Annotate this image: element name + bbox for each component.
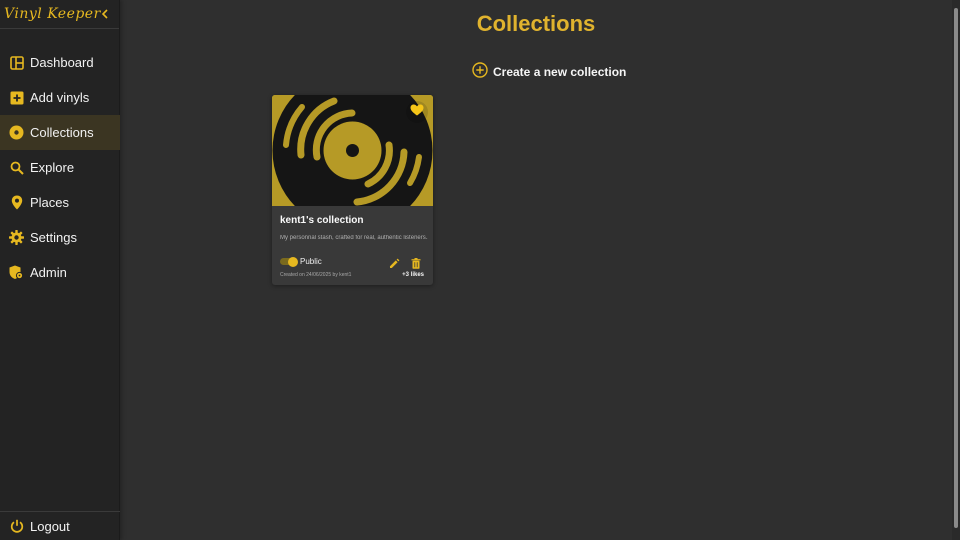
brand-logo[interactable]: Vinyl Keeper xyxy=(4,6,101,22)
sidebar-item-label: Dashboard xyxy=(30,55,94,70)
toggle-knob xyxy=(288,256,298,267)
page-title: Collections xyxy=(476,11,596,36)
sidebar-item-label: Places xyxy=(30,195,70,210)
sidebar-item-settings[interactable]: Settings xyxy=(0,220,120,255)
sidebar-item-label: Settings xyxy=(30,230,77,245)
gear-icon xyxy=(9,230,24,245)
scrollbar[interactable] xyxy=(952,0,960,540)
collection-card[interactable]: kent1's collection My personnal stash, c… xyxy=(272,95,433,285)
scrollbar-thumb[interactable] xyxy=(954,8,958,528)
vinyl-disc-icon xyxy=(9,125,24,140)
map-pin-icon xyxy=(9,195,24,210)
collection-description: My personnal stash, crafted for real, au… xyxy=(280,235,428,241)
logout-label: Logout xyxy=(30,518,70,534)
heart-icon xyxy=(410,103,424,121)
admin-shield-icon xyxy=(9,265,24,280)
visibility-label: Public xyxy=(300,257,322,266)
sidebar-nav: Dashboard Add vinyls Collections Explore… xyxy=(0,45,120,290)
visibility-toggle-row: Public xyxy=(280,256,322,267)
add-box-icon xyxy=(9,90,24,105)
sidebar-item-admin[interactable]: Admin xyxy=(0,255,120,290)
create-collection-label: Create a new collection xyxy=(493,64,627,79)
trash-icon[interactable] xyxy=(411,256,421,269)
logout-button[interactable]: Logout xyxy=(0,511,120,540)
visibility-toggle[interactable] xyxy=(280,256,298,267)
sidebar-item-dashboard[interactable]: Dashboard xyxy=(0,45,120,80)
chevron-left-icon[interactable] xyxy=(100,7,110,21)
collection-title: kent1's collection xyxy=(280,215,364,226)
sidebar-item-label: Admin xyxy=(30,265,67,280)
sidebar-item-add-vinyls[interactable]: Add vinyls xyxy=(0,80,120,115)
edit-pencil-icon[interactable] xyxy=(389,256,400,268)
search-icon xyxy=(9,160,24,175)
sidebar: Vinyl Keeper Dashboard Add vinyls Collec… xyxy=(0,0,120,540)
brand: Vinyl Keeper xyxy=(0,0,119,29)
likes-count[interactable]: +3 likes xyxy=(402,272,424,278)
collection-created-date: Created on 24/06/2025 by kent1 xyxy=(280,272,352,278)
sidebar-item-collections[interactable]: Collections xyxy=(0,115,120,150)
sidebar-item-explore[interactable]: Explore xyxy=(0,150,120,185)
sidebar-item-label: Add vinyls xyxy=(30,90,90,105)
sidebar-item-label: Collections xyxy=(30,125,94,140)
power-icon xyxy=(9,519,24,534)
collection-cover[interactable] xyxy=(272,95,433,231)
dashboard-icon xyxy=(9,55,24,70)
favorite-button[interactable] xyxy=(406,101,428,123)
add-circle-icon xyxy=(472,62,488,81)
sidebar-item-label: Explore xyxy=(30,160,75,175)
sidebar-item-places[interactable]: Places xyxy=(0,185,120,220)
create-collection-button[interactable]: Create a new collection xyxy=(472,62,626,81)
